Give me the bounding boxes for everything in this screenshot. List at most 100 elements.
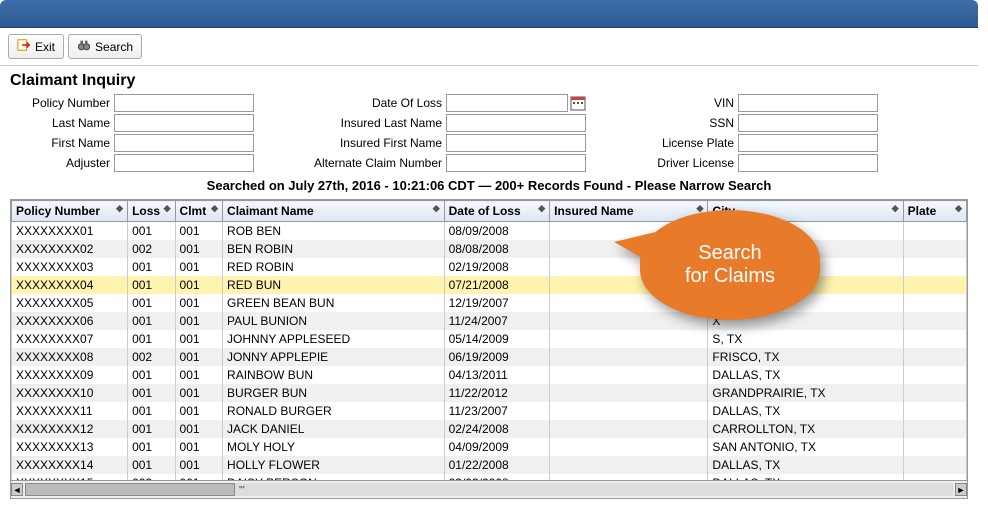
sort-icon[interactable]: ◆ xyxy=(116,204,123,212)
cell-date_of_loss: 12/19/2007 xyxy=(444,294,550,312)
cell-loss: 001 xyxy=(128,366,175,384)
search-button[interactable]: Search xyxy=(68,34,142,59)
cell-claimant_name: JACK DANIEL xyxy=(223,420,445,438)
driver-license-input[interactable] xyxy=(738,154,878,172)
cell-clmt: 001 xyxy=(175,222,222,241)
cell-clmt: 001 xyxy=(175,384,222,402)
cell-claimant_name: RED ROBIN xyxy=(223,258,445,276)
cell-policy: XXXXXXXX11 xyxy=(12,402,128,420)
table-row[interactable]: XXXXXXXX11001001RONALD BURGER11/23/2007D… xyxy=(12,402,967,420)
cell-date_of_loss: 08/08/2008 xyxy=(444,240,550,258)
scroll-left-button[interactable]: ◄ xyxy=(11,483,23,496)
table-row[interactable]: XXXXXXXX12001001JACK DANIEL02/24/2008CAR… xyxy=(12,420,967,438)
sort-icon[interactable]: ◆ xyxy=(433,204,440,212)
sort-icon[interactable]: ◆ xyxy=(892,204,899,212)
cell-date_of_loss: 11/22/2012 xyxy=(444,384,550,402)
policy-number-input[interactable] xyxy=(114,94,254,112)
adjuster-input[interactable] xyxy=(114,154,254,172)
cell-policy: XXXXXXXX09 xyxy=(12,366,128,384)
ssn-label: SSN xyxy=(634,116,734,130)
cell-policy: XXXXXXXX12 xyxy=(12,420,128,438)
sort-icon[interactable]: ◆ xyxy=(211,204,218,212)
binoculars-icon xyxy=(77,38,91,55)
cell-loss: 002 xyxy=(128,240,175,258)
cell-clmt: 001 xyxy=(175,420,222,438)
cell-policy: XXXXXXXX01 xyxy=(12,222,128,241)
table-row[interactable]: XXXXXXXX01001001ROB BEN08/09/2008ON, TX xyxy=(12,222,967,241)
first-name-input[interactable] xyxy=(114,134,254,152)
table-row[interactable]: XXXXXXXX08002001JONNY APPLEPIE06/19/2009… xyxy=(12,348,967,366)
table-row[interactable]: XXXXXXXX05001001GREEN BEAN BUN12/19/2007 xyxy=(12,294,967,312)
sort-icon[interactable]: ◆ xyxy=(164,204,171,212)
exit-button[interactable]: Exit xyxy=(8,34,64,59)
cell-date_of_loss: 06/19/2009 xyxy=(444,348,550,366)
cell-insured_name xyxy=(550,402,708,420)
cell-date_of_loss: 05/14/2009 xyxy=(444,330,550,348)
cell-date_of_loss: 02/19/2008 xyxy=(444,258,550,276)
cell-claimant_name: PAUL BUNION xyxy=(223,312,445,330)
cell-date_of_loss: 02/24/2008 xyxy=(444,420,550,438)
table-row[interactable]: XXXXXXXX10001001BURGER BUN11/22/2012GRAN… xyxy=(12,384,967,402)
table-row[interactable]: XXXXXXXX09001001RAINBOW BUN04/13/2011DAL… xyxy=(12,366,967,384)
column-header-policy[interactable]: Policy Number◆ xyxy=(12,201,128,222)
alt-claim-number-input[interactable] xyxy=(446,154,586,172)
cell-loss: 001 xyxy=(128,312,175,330)
ssn-input[interactable] xyxy=(738,114,878,132)
scroll-right-button[interactable]: ► xyxy=(955,483,967,496)
cell-clmt: 001 xyxy=(175,402,222,420)
license-plate-input[interactable] xyxy=(738,134,878,152)
table-row[interactable]: XXXXXXXX03001001RED ROBIN02/19/2008 xyxy=(12,258,967,276)
table-row[interactable]: XXXXXXXX06001001PAUL BUNION11/24/2007X xyxy=(12,312,967,330)
last-name-label: Last Name xyxy=(10,116,110,130)
cell-city: CARROLLTON, TX xyxy=(708,420,903,438)
column-header-clmt[interactable]: Clmt◆ xyxy=(175,201,222,222)
column-header-claimant_name[interactable]: Claimant Name◆ xyxy=(223,201,445,222)
cell-policy: XXXXXXXX10 xyxy=(12,384,128,402)
cell-claimant_name: JONNY APPLEPIE xyxy=(223,348,445,366)
cell-plate xyxy=(903,294,966,312)
exit-label: Exit xyxy=(35,40,55,54)
cell-policy: XXXXXXXX07 xyxy=(12,330,128,348)
table-row[interactable]: XXXXXXXX14001001HOLLY FLOWER01/22/2008DA… xyxy=(12,456,967,474)
annotation-callout: Search for Claims xyxy=(640,210,820,320)
insured-last-name-input[interactable] xyxy=(446,114,586,132)
cell-loss: 001 xyxy=(128,258,175,276)
sort-icon[interactable]: ◆ xyxy=(538,204,545,212)
table-row[interactable]: XXXXXXXX13001001MOLY HOLY04/09/2009SAN A… xyxy=(12,438,967,456)
cell-clmt: 001 xyxy=(175,438,222,456)
cell-plate xyxy=(903,366,966,384)
column-header-plate[interactable]: Plate◆ xyxy=(903,201,966,222)
cell-claimant_name: RONALD BURGER xyxy=(223,402,445,420)
cell-plate xyxy=(903,384,966,402)
date-of-loss-input[interactable] xyxy=(446,94,568,112)
cell-loss: 001 xyxy=(128,456,175,474)
horizontal-scrollbar[interactable]: ◄ ''' ► xyxy=(11,480,967,498)
column-header-date_of_loss[interactable]: Date of Loss◆ xyxy=(444,201,550,222)
cell-policy: XXXXXXXX06 xyxy=(12,312,128,330)
column-header-loss[interactable]: Loss◆ xyxy=(128,201,175,222)
table-row[interactable]: XXXXXXXX02002001BEN ROBIN08/08/2008TX xyxy=(12,240,967,258)
cell-plate xyxy=(903,258,966,276)
sort-icon[interactable]: ◆ xyxy=(955,204,962,212)
calendar-icon[interactable] xyxy=(570,95,586,111)
title-bar xyxy=(0,0,978,28)
table-scroll[interactable]: Policy Number◆Loss◆Clmt◆Claimant Name◆Da… xyxy=(11,200,967,480)
cell-date_of_loss: 08/09/2008 xyxy=(444,222,550,241)
cell-clmt: 001 xyxy=(175,366,222,384)
adjuster-label: Adjuster xyxy=(10,156,110,170)
cell-date_of_loss: 01/22/2008 xyxy=(444,456,550,474)
cell-clmt: 001 xyxy=(175,258,222,276)
last-name-input[interactable] xyxy=(114,114,254,132)
vin-input[interactable] xyxy=(738,94,878,112)
cell-claimant_name: HOLLY FLOWER xyxy=(223,456,445,474)
cell-claimant_name: RAINBOW BUN xyxy=(223,366,445,384)
insured-first-name-input[interactable] xyxy=(446,134,586,152)
table-row[interactable]: XXXXXXXX07001001JOHNNY APPLESEED05/14/20… xyxy=(12,330,967,348)
cell-insured_name xyxy=(550,456,708,474)
scroll-marker: ''' xyxy=(239,485,245,494)
cell-clmt: 001 xyxy=(175,348,222,366)
table-row[interactable]: XXXXXXXX04001001RED BUN07/21/2008K, TX xyxy=(12,276,967,294)
cell-insured_name xyxy=(550,438,708,456)
vin-label: VIN xyxy=(634,96,734,110)
scroll-thumb[interactable] xyxy=(25,483,235,496)
